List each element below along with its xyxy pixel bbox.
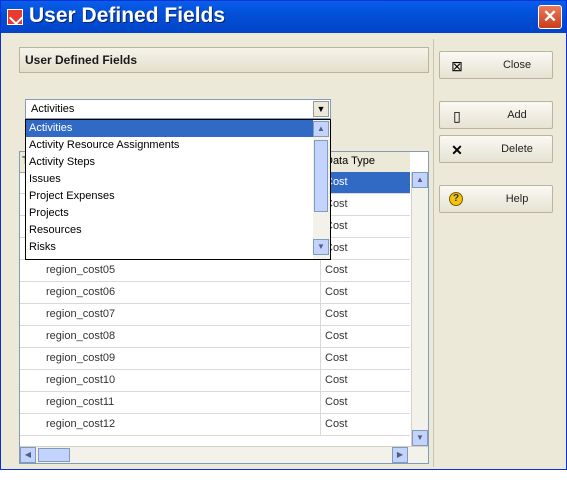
table-horizontal-scrollbar[interactable]: ◀ ▶ xyxy=(20,446,428,463)
help-question-icon: ? xyxy=(449,192,463,206)
table-row[interactable]: region_cost10 Cost xyxy=(20,370,410,392)
field-title-cell: region_cost08 xyxy=(46,330,116,342)
data-type-cell: Cost xyxy=(325,330,348,342)
dropdown-option[interactable]: Resources xyxy=(26,222,313,239)
delete-x-icon: ✕ xyxy=(451,142,463,158)
data-type-cell: Cost xyxy=(325,308,348,320)
field-title-cell: region_cost09 xyxy=(46,352,116,364)
field-title-cell: region_cost06 xyxy=(46,286,116,298)
add-button[interactable]: ▯ Add xyxy=(439,101,553,129)
scroll-down-icon[interactable]: ▼ xyxy=(412,430,428,446)
scroll-down-icon[interactable]: ▼ xyxy=(313,239,329,255)
dropdown-option[interactable]: Issues xyxy=(26,171,313,188)
field-title-cell: region_cost11 xyxy=(46,396,115,408)
horizontal-scroll-thumb[interactable] xyxy=(38,448,70,462)
data-type-cell: Cost xyxy=(325,286,348,298)
subject-area-list[interactable]: Activities Activity Resource Assignments… xyxy=(25,119,331,260)
scroll-left-icon[interactable]: ◀ xyxy=(20,447,36,463)
dropdown-option[interactable]: Risks xyxy=(26,239,313,256)
table-row[interactable]: region_cost09 Cost xyxy=(20,348,410,370)
table-row[interactable]: region_cost06 Cost xyxy=(20,282,410,304)
scroll-up-icon[interactable]: ▲ xyxy=(412,172,428,188)
table-row[interactable]: region_cost05 Cost xyxy=(20,260,410,282)
field-title-cell: region_cost10 xyxy=(46,374,116,386)
dropdown-option[interactable]: Activities xyxy=(26,120,313,137)
app-icon xyxy=(7,9,23,25)
table-row[interactable]: region_cost12 Cost xyxy=(20,414,410,436)
window-title: User Defined Fields xyxy=(29,4,226,27)
chevron-down-icon[interactable]: ▼ xyxy=(313,101,329,117)
table-row[interactable]: region_cost11 Cost xyxy=(20,392,410,414)
dropdown-option[interactable]: Activity Steps xyxy=(26,154,313,171)
field-title-cell: region_cost12 xyxy=(46,418,116,430)
side-divider xyxy=(433,39,434,467)
dropdown-option[interactable]: Project Expenses xyxy=(26,188,313,205)
subject-area-dropdown[interactable]: Activities ▼ xyxy=(25,99,331,119)
close-button[interactable]: ⊠ Close xyxy=(439,51,553,79)
delete-button[interactable]: ✕ Delete xyxy=(439,135,553,163)
new-document-icon: ▯ xyxy=(453,108,461,124)
user-defined-fields-dialog: User Defined Fields ✕ User Defined Field… xyxy=(0,0,567,470)
table-vertical-scrollbar[interactable]: ▲ ▼ xyxy=(411,172,428,446)
dropdown-scrollbar[interactable]: ▲ ▼ xyxy=(313,120,330,259)
help-button[interactable]: ? Help xyxy=(439,185,553,213)
table-row[interactable]: region_cost08 Cost xyxy=(20,326,410,348)
scroll-right-icon[interactable]: ▶ xyxy=(392,447,408,463)
data-type-cell: Cost xyxy=(325,418,348,430)
dropdown-scroll-thumb[interactable] xyxy=(314,140,328,212)
data-type-cell: Cost xyxy=(325,264,348,276)
scroll-up-icon[interactable]: ▲ xyxy=(313,121,329,137)
close-window-icon: ⊠ xyxy=(451,58,463,74)
field-title-cell: region_cost07 xyxy=(46,308,116,320)
panel-header: User Defined Fields xyxy=(19,47,429,73)
data-type-cell: Cost xyxy=(325,352,348,364)
title-bar[interactable]: User Defined Fields ✕ xyxy=(1,1,566,33)
dropdown-option[interactable]: Projects xyxy=(26,205,313,222)
data-type-cell: Cost xyxy=(325,374,348,386)
subject-area-value: Activities xyxy=(31,103,75,115)
dropdown-option[interactable]: Activity Resource Assignments xyxy=(26,137,313,154)
window-close-button[interactable]: ✕ xyxy=(538,5,562,29)
panel-header-label: User Defined Fields xyxy=(25,53,138,67)
field-title-cell: region_cost05 xyxy=(46,264,116,276)
data-type-cell: Cost xyxy=(325,396,348,408)
column-header-data-type[interactable]: Data Type xyxy=(320,152,410,172)
table-row[interactable]: region_cost07 Cost xyxy=(20,304,410,326)
